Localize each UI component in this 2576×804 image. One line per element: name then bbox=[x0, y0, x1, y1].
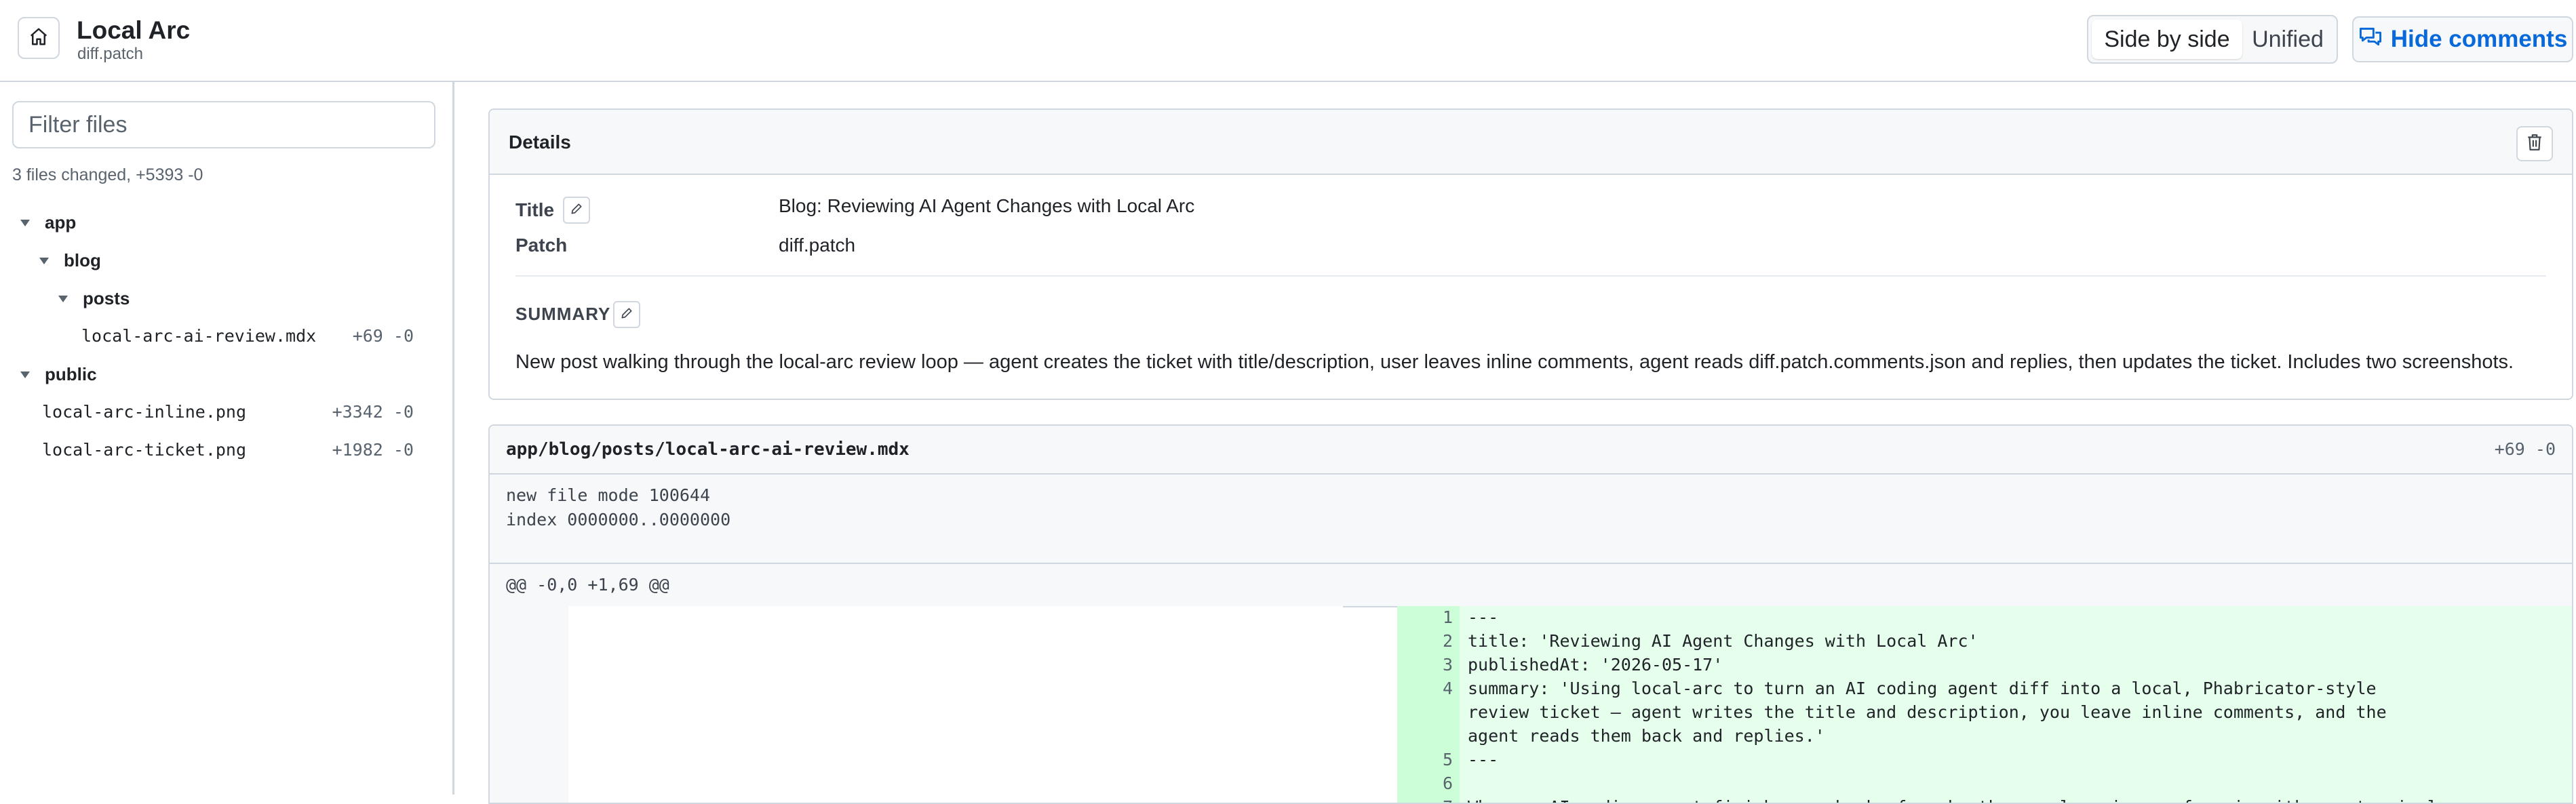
code-line-wrap: review ticket — agent writes the title a… bbox=[1468, 702, 2387, 722]
diff-file-path[interactable]: app/blog/posts/local-arc-ai-review.mdx bbox=[506, 439, 910, 460]
file-sidebar: Filter files 3 files changed, +5393 -0 a… bbox=[0, 82, 454, 795]
hide-comments-button[interactable]: Hide comments bbox=[2352, 16, 2573, 62]
comment-icon bbox=[2358, 26, 2383, 54]
filter-files-input[interactable]: Filter files bbox=[12, 101, 435, 148]
details-header: Details bbox=[490, 110, 2572, 175]
folder-label: blog bbox=[64, 250, 101, 270]
left-pane bbox=[568, 606, 1343, 803]
summary-label: SUMMARY bbox=[515, 304, 611, 324]
line-number[interactable]: 5 bbox=[1409, 750, 1453, 769]
top-header: Local Arc diff.patch Side by side Unifie… bbox=[0, 0, 2576, 82]
code-line: When an AI coding agent finishes a chunk… bbox=[1468, 797, 2438, 803]
diff-meta: new file mode 100644 index 0000000..0000… bbox=[490, 475, 2572, 564]
code-line: --- bbox=[1468, 607, 1499, 627]
caret-down-icon bbox=[58, 295, 68, 302]
hunk-header: @@ -0,0 +1,69 @@ bbox=[490, 564, 2572, 607]
trash-icon bbox=[2526, 133, 2543, 155]
tree-folder-public[interactable]: public bbox=[20, 364, 97, 385]
line-number[interactable]: 6 bbox=[1409, 773, 1453, 793]
home-icon bbox=[28, 26, 49, 50]
line-number[interactable]: 4 bbox=[1409, 679, 1453, 698]
tree-folder-app[interactable]: app bbox=[20, 212, 76, 233]
line-number[interactable]: 2 bbox=[1409, 631, 1453, 651]
summary-text: New post walking through the local-arc r… bbox=[515, 351, 2514, 373]
code-line: --- bbox=[1468, 750, 1499, 769]
edit-title-button[interactable] bbox=[563, 197, 590, 224]
hunk-range: @@ -0,0 +1,69 @@ bbox=[506, 575, 669, 595]
folder-label: posts bbox=[83, 288, 130, 308]
diff-file-card: app/blog/posts/local-arc-ai-review.mdx +… bbox=[488, 424, 2573, 804]
caret-down-icon bbox=[39, 257, 49, 264]
left-line-gutter bbox=[490, 606, 568, 803]
file-stat: +1982 -0 bbox=[332, 440, 414, 460]
line-number[interactable]: 7 bbox=[1409, 797, 1453, 803]
caret-down-icon bbox=[20, 219, 30, 226]
pencil-icon bbox=[570, 202, 583, 219]
diff-file-stat: +69 -0 bbox=[2494, 439, 2556, 459]
line-number[interactable]: 1 bbox=[1409, 607, 1453, 627]
line-number[interactable]: 3 bbox=[1409, 655, 1453, 675]
diff-file-header: app/blog/posts/local-arc-ai-review.mdx +… bbox=[490, 426, 2572, 475]
delete-button[interactable] bbox=[2516, 126, 2553, 161]
title-label: Title bbox=[515, 199, 555, 220]
caret-down-icon bbox=[20, 371, 30, 378]
edit-summary-button[interactable] bbox=[613, 301, 640, 328]
folder-label: app bbox=[45, 212, 77, 233]
file-stat: +3342 -0 bbox=[332, 402, 414, 422]
view-mode-toggle: Side by side Unified bbox=[2087, 15, 2338, 64]
pencil-icon bbox=[620, 306, 633, 323]
files-changed-summary: 3 files changed, +5393 -0 bbox=[12, 165, 203, 184]
title-value: Blog: Reviewing AI Agent Changes with Lo… bbox=[779, 195, 1195, 216]
patch-filename: diff.patch bbox=[77, 45, 143, 63]
patch-value: diff.patch bbox=[779, 235, 856, 256]
details-divider bbox=[515, 275, 2546, 277]
hide-comments-label: Hide comments bbox=[2390, 26, 2568, 52]
tree-folder-posts[interactable]: posts bbox=[58, 288, 130, 309]
details-card: Details Title Blog: Reviewing AI Agent C… bbox=[488, 108, 2573, 400]
side-by-side-button[interactable]: Side by side bbox=[2092, 20, 2242, 59]
home-button[interactable] bbox=[18, 17, 60, 59]
code-line-wrap: agent reads them back and replies.' bbox=[1468, 726, 1825, 746]
meta-line: new file mode 100644 bbox=[506, 485, 711, 505]
unified-button[interactable]: Unified bbox=[2245, 20, 2330, 59]
details-heading: Details bbox=[509, 132, 571, 153]
meta-line: index 0000000..0000000 bbox=[506, 510, 731, 529]
tree-file-ticket-png[interactable]: local-arc-ticket.png bbox=[42, 440, 246, 460]
tree-file-inline-png[interactable]: local-arc-inline.png bbox=[42, 402, 246, 422]
code-line: title: 'Reviewing AI Agent Changes with … bbox=[1468, 631, 1978, 651]
code-line: publishedAt: '2026-05-17' bbox=[1468, 655, 1723, 675]
folder-label: public bbox=[45, 364, 97, 384]
code-line: summary: 'Using local-arc to turn an AI … bbox=[1468, 679, 2377, 698]
tree-folder-blog[interactable]: blog bbox=[39, 250, 101, 271]
patch-label: Patch bbox=[515, 235, 568, 256]
file-stat: +69 -0 bbox=[352, 326, 414, 346]
diff-code-area: 1 --- 2 title: 'Reviewing AI Agent Chang… bbox=[490, 606, 2572, 803]
app-title: Local Arc bbox=[77, 16, 191, 44]
tree-file-mdx[interactable]: local-arc-ai-review.mdx bbox=[81, 326, 316, 346]
